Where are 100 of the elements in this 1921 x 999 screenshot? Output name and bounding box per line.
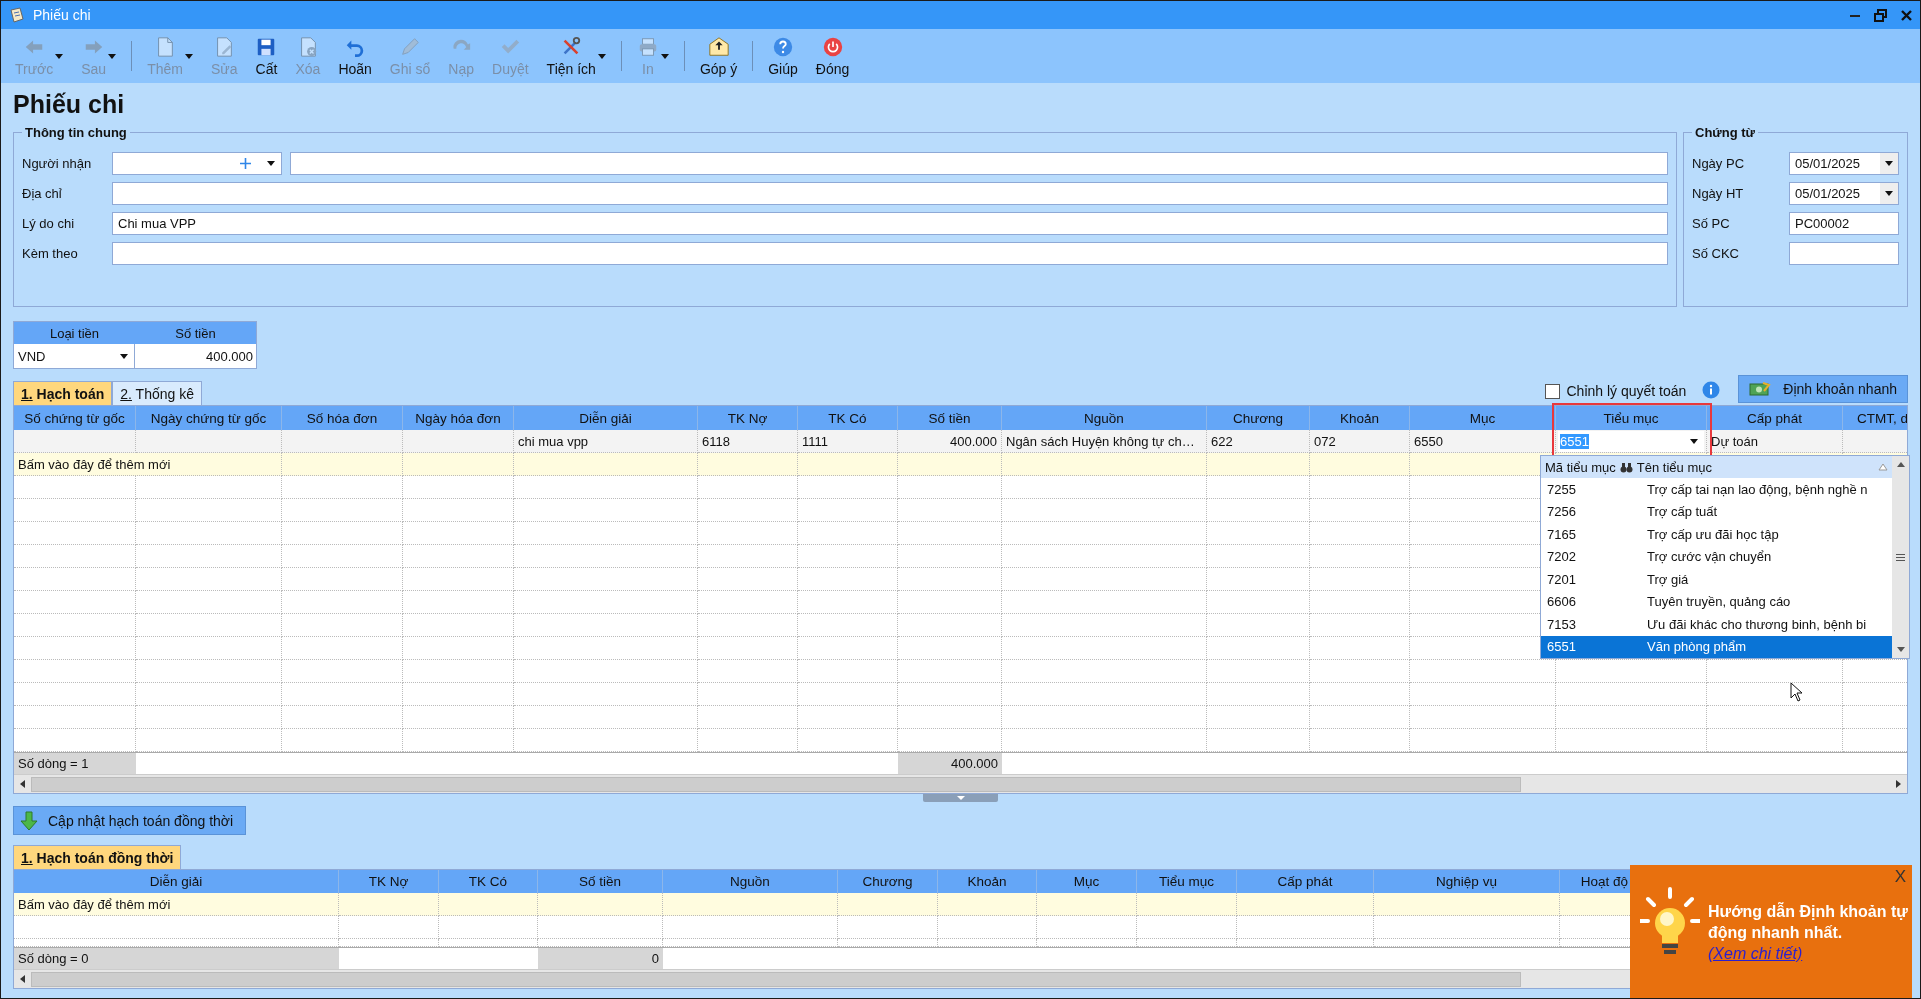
binoculars-icon[interactable] xyxy=(1619,461,1633,473)
column-header[interactable]: Cấp phát xyxy=(1707,406,1843,430)
text-field[interactable] xyxy=(1789,241,1899,265)
table-cell: 072 xyxy=(1310,430,1410,453)
text-field[interactable] xyxy=(290,151,1668,175)
caret-icon xyxy=(1885,160,1893,166)
row-count: Số dòng = 1 xyxy=(14,752,136,774)
toolbar-button[interactable]: Tiện ích xyxy=(538,33,614,79)
table-cell: 1111 xyxy=(798,430,898,453)
up-arrow-icon[interactable] xyxy=(1896,462,1905,467)
quick-entry-button[interactable]: Định khoản nhanh xyxy=(1738,375,1908,403)
toolbar-button[interactable]: Cất xyxy=(247,33,286,79)
close-button[interactable]: X xyxy=(1894,867,1906,887)
column-header[interactable]: Số chứng từ gốc xyxy=(14,406,136,430)
minimize-icon[interactable] xyxy=(1850,13,1860,17)
field-label: Người nhận xyxy=(22,155,93,171)
column-header[interactable]: Khoản xyxy=(938,870,1037,893)
sort-icon[interactable] xyxy=(1878,463,1888,471)
vertical-scrollbar[interactable] xyxy=(1892,456,1909,658)
splitter-handle[interactable] xyxy=(923,794,998,802)
column-header[interactable]: TK Nợ xyxy=(339,870,439,893)
column-header[interactable]: Diễn giải xyxy=(514,406,698,430)
column-header[interactable]: Nguồn xyxy=(1002,406,1207,430)
currency-dropdown[interactable]: VND xyxy=(14,344,135,368)
column-header[interactable]: Nghiệp vụ xyxy=(1374,870,1560,893)
column-header[interactable]: Số tiền xyxy=(538,870,663,893)
list-item[interactable]: 7202 Trợ cước vận chuyển xyxy=(1541,545,1892,568)
date-field[interactable]: 05/01/2025 xyxy=(1789,181,1899,205)
text-field[interactable]: Chi mua VPP xyxy=(112,211,1668,235)
down-arrow-icon[interactable] xyxy=(1896,647,1905,652)
list-item[interactable]: 7153 Ưu đãi khác cho thương binh, bệnh bi xyxy=(1541,613,1892,636)
column-header[interactable]: Mã tiểu mục xyxy=(1545,459,1616,475)
table-cell: Dự toán xyxy=(1707,430,1843,453)
amount-field[interactable]: 400.000 xyxy=(135,344,256,368)
column-header[interactable]: Ngày hóa đơn xyxy=(403,406,514,430)
scroll-thumb[interactable] xyxy=(31,776,1521,792)
toolbar-button[interactable]: Giúp xyxy=(760,33,806,79)
column-header[interactable]: TK Có xyxy=(439,870,538,893)
column-header[interactable]: Diễn giải xyxy=(14,870,339,893)
column-header[interactable]: Mục xyxy=(1037,870,1137,893)
field-label: Địa chỉ xyxy=(22,185,63,201)
list-item[interactable]: 7256 Trợ cấp tuất xyxy=(1541,500,1892,523)
column-header[interactable]: Tiểu mục xyxy=(1556,406,1707,430)
field-label: Kèm theo xyxy=(22,245,79,261)
column-header[interactable]: TK Có xyxy=(798,406,898,430)
checkbox-label[interactable]: Chỉnh lý quyết toán xyxy=(1566,383,1687,399)
column-header[interactable]: Chương xyxy=(1207,406,1310,430)
table-cell: 622 xyxy=(1207,430,1310,453)
right-arrow-icon[interactable] xyxy=(1896,780,1901,788)
date-field[interactable]: 05/01/2025 xyxy=(1789,151,1899,175)
info-icon[interactable] xyxy=(1702,381,1721,399)
dropdown-list[interactable] xyxy=(1540,455,1910,659)
scroll-grip-icon[interactable] xyxy=(1896,553,1905,561)
list-item[interactable]: 6551 Văn phòng phẩm xyxy=(1541,635,1892,658)
column-header[interactable]: Khoản xyxy=(1310,406,1410,430)
banknote-icon xyxy=(1749,381,1772,397)
caret-icon xyxy=(55,53,64,59)
list-item[interactable]: 7255 Trợ cấp tai nạn lao động, bệnh nghề n xyxy=(1541,478,1892,501)
list-item[interactable]: 7201 Trợ giá xyxy=(1541,568,1892,591)
toolbar-button[interactable]: Góp ý xyxy=(691,33,746,79)
column-header[interactable]: Cấp phát xyxy=(1237,870,1374,893)
horizontal-scrollbar[interactable] xyxy=(14,774,1907,793)
column-header[interactable]: Nguồn xyxy=(663,870,838,893)
plus-icon[interactable] xyxy=(240,157,251,169)
tab[interactable]: 1. Hạch toán xyxy=(13,381,113,405)
pencil-icon xyxy=(399,35,422,58)
tab[interactable]: 1. Hạch toán đồng thời xyxy=(13,845,182,869)
text-field[interactable]: PC00002 xyxy=(1789,211,1899,235)
table-cell: Ngân sách Huyện không tự ch… xyxy=(1002,430,1207,453)
caret-icon xyxy=(1690,438,1698,444)
field-label: Số PC xyxy=(1692,215,1731,231)
add-row-prompt[interactable]: Bấm vào đây để thêm mới xyxy=(14,893,339,916)
toolbar-button[interactable]: Đóng xyxy=(807,33,858,79)
left-arrow-icon[interactable] xyxy=(20,780,25,788)
column-header[interactable]: Tiểu mục xyxy=(1137,870,1237,893)
total-amount: 0 xyxy=(538,947,663,969)
column-header[interactable]: CTMT, d xyxy=(1843,406,1907,430)
left-arrow-icon[interactable] xyxy=(20,975,25,983)
column-header[interactable]: Mục xyxy=(1410,406,1556,430)
tab[interactable]: 2. Thống kê xyxy=(112,381,202,405)
column-header[interactable]: Tên tiểu mục xyxy=(1636,459,1712,475)
text-field[interactable] xyxy=(112,181,1668,205)
list-item[interactable]: 7165 Trợ cấp ưu đãi học tập xyxy=(1541,523,1892,546)
column-header[interactable]: Số hóa đơn xyxy=(282,406,403,430)
column-header[interactable]: TK Nợ xyxy=(698,406,798,430)
caret-icon xyxy=(660,53,669,59)
toolbar-button[interactable]: Hoãn xyxy=(330,33,380,79)
checkbox[interactable] xyxy=(1545,383,1561,399)
combo-field[interactable] xyxy=(112,151,282,175)
caret-icon xyxy=(108,53,117,59)
scroll-thumb[interactable] xyxy=(31,971,1521,987)
close-icon[interactable] xyxy=(1901,9,1912,21)
text-field[interactable] xyxy=(112,241,1668,265)
column-header[interactable]: Ngày chứng từ gốc xyxy=(136,406,282,430)
update-button[interactable]: Cập nhật hạch toán đồng thời xyxy=(13,806,247,835)
add-row-prompt[interactable]: Bấm vào đây để thêm mới xyxy=(14,453,282,476)
list-item[interactable]: 6606 Tuyên truyền, quảng cáo xyxy=(1541,590,1892,613)
restore-icon[interactable] xyxy=(1874,8,1887,22)
column-header[interactable]: Số tiền xyxy=(898,406,1002,430)
column-header[interactable]: Chương xyxy=(838,870,938,893)
